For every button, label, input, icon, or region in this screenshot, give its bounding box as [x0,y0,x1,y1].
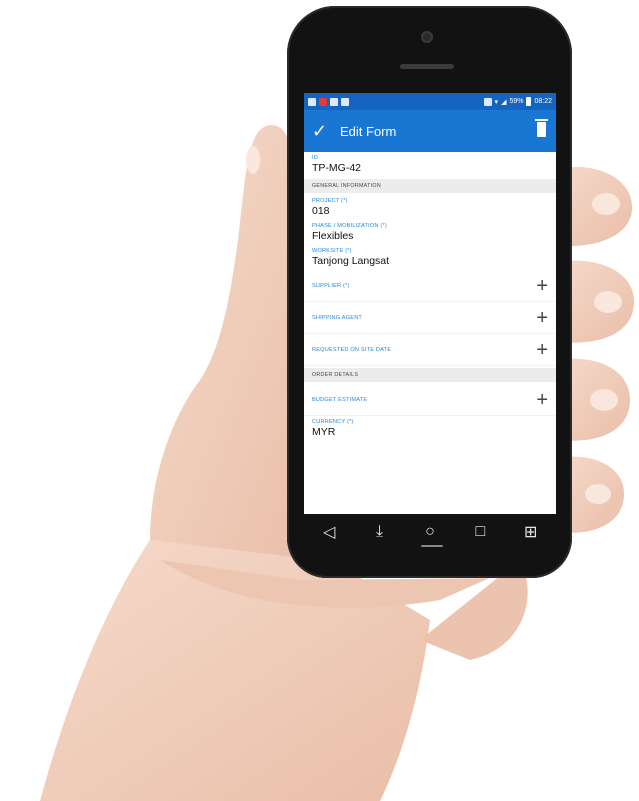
project-value: 018 [312,205,330,217]
notification-icon [319,97,327,106]
notification-icon [341,97,349,106]
budget-row[interactable]: BUDGET ESTIMATE + [304,384,556,416]
requested-date-label: REQUESTED ON SITE DATE [312,346,392,353]
project-label: PROJECT (*) [312,198,348,204]
wifi-icon: ▾ [494,98,499,106]
home-indicator [421,545,443,547]
id-value: TP-MG-42 [312,162,362,174]
supplier-row[interactable]: SUPPLIER (*) + [304,270,556,302]
add-shipping-agent-plus-icon[interactable]: + [536,308,548,328]
shipping-agent-row[interactable]: SHIPPING AGENT + [304,302,556,334]
battery-percent: 59% [509,98,524,105]
phone-screen: ▾ ◢ 59% 08:22 ✓ Edit Form ID TP-MG-42 GE… [304,93,556,514]
page-title: Edit Form [340,123,397,139]
trash-icon[interactable] [535,119,548,137]
signal-icon: ◢ [501,98,507,106]
form-content: ID TP-MG-42 GENERAL INFORMATION PROJECT … [304,152,556,441]
front-camera [421,31,433,43]
shipping-agent-label: SHIPPING AGENT [312,314,363,321]
back-icon[interactable]: ◁ [317,520,341,544]
project-field[interactable]: PROJECT (*) 018 [304,195,556,220]
app-bar: ✓ Edit Form [304,110,556,152]
id-label: ID [312,155,318,161]
battery-icon [526,97,532,106]
add-supplier-plus-icon[interactable]: + [536,276,548,296]
nfc-icon [483,97,492,106]
section-order-details: ORDER DETAILS [304,368,556,382]
notification-icon [330,97,338,106]
earpiece-speaker [400,64,454,69]
clock: 08:22 [534,98,552,105]
home-icon[interactable]: ○ [418,520,442,544]
worksite-field[interactable]: WORKSITE (*) Tanjong Langsat [304,245,556,270]
add-budget-plus-icon[interactable]: + [536,390,548,410]
notification-icon [308,97,316,106]
supplier-label: SUPPLIER (*) [312,282,350,289]
download-icon[interactable]: ⤓ [368,520,392,544]
id-field[interactable]: ID TP-MG-42 [304,152,556,177]
recents-icon[interactable]: □ [468,520,492,544]
currency-field[interactable]: CURRENCY (*) MYR [304,416,556,441]
grid-icon[interactable]: ⊞ [519,520,543,544]
worksite-value: Tanjong Langsat [312,255,390,267]
add-requested-date-plus-icon[interactable]: + [536,340,548,360]
phase-label: PHASE / MOBILIZATION (*) [312,223,387,229]
check-icon[interactable]: ✓ [312,121,340,142]
budget-label: BUDGET ESTIMATE [312,396,368,403]
requested-date-row[interactable]: REQUESTED ON SITE DATE + [304,334,556,366]
phase-field[interactable]: PHASE / MOBILIZATION (*) Flexibles [304,220,556,245]
currency-label: CURRENCY (*) [312,419,354,425]
currency-value: MYR [312,426,336,438]
phase-value: Flexibles [312,230,354,242]
status-bar: ▾ ◢ 59% 08:22 [304,93,556,110]
section-general-information: GENERAL INFORMATION [304,179,556,193]
worksite-label: WORKSITE (*) [312,248,352,254]
